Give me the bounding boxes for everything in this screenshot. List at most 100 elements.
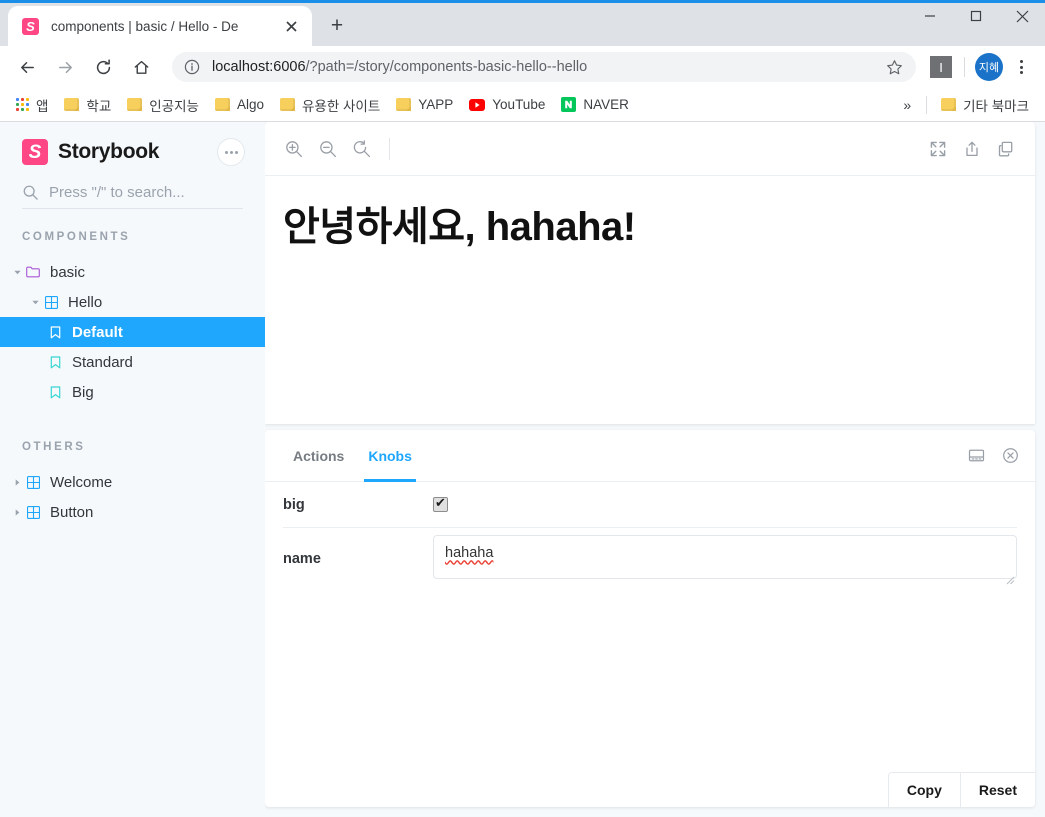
bookmarks-divider <box>926 95 928 114</box>
copy-button[interactable]: Copy <box>888 773 961 807</box>
tree-item-button[interactable]: Button <box>0 497 265 527</box>
three-dot-menu-icon[interactable] <box>1007 53 1035 81</box>
tree-section-others: OTHERS <box>22 441 86 453</box>
back-arrow-icon[interactable] <box>10 50 44 84</box>
maximize-icon[interactable] <box>953 0 999 32</box>
tab-knobs[interactable]: Knobs <box>356 430 424 482</box>
bookmark-item[interactable]: 인공지능 <box>119 92 207 118</box>
tree-item-hello[interactable]: Hello <box>0 287 265 317</box>
bookmark-item[interactable]: Algo <box>207 94 272 115</box>
tab-actions[interactable]: Actions <box>281 430 356 482</box>
tree-item-basic[interactable]: basic <box>0 257 265 287</box>
other-bookmarks-label: 기타 북마크 <box>963 98 1029 114</box>
folder-icon <box>941 98 957 111</box>
tab-title: components | basic / Hello - De <box>51 18 239 34</box>
bookmark-label: NAVER <box>583 97 629 112</box>
address-bar-url[interactable]: localhost:6006/?path=/story/components-b… <box>212 59 886 75</box>
knob-name-input[interactable] <box>433 534 1017 579</box>
other-bookmarks-folder[interactable]: 기타 북마크 <box>933 92 1037 118</box>
reset-button[interactable]: Reset <box>960 773 1035 807</box>
bookmarks-bar: 앱 학교 인공지능 Algo 유용한 사이트 YAPP YouTube NAVE… <box>0 88 1045 122</box>
knob-big-checkbox[interactable] <box>433 495 448 512</box>
browser-tab[interactable]: S components | basic / Hello - De <box>8 6 312 46</box>
avatar[interactable]: 지혜 <box>975 53 1003 81</box>
search-input[interactable]: Press "/" to search... <box>22 184 243 209</box>
chevron-right-icon[interactable] <box>10 478 24 487</box>
story-tree: COMPONENTS basic Hello Default Standard … <box>0 231 265 817</box>
tree-item-label: basic <box>50 263 86 281</box>
zoom-in-icon[interactable] <box>277 132 311 166</box>
knob-row-name: name <box>283 528 1017 590</box>
addon-panel-tabbar: Actions Knobs <box>265 430 1035 482</box>
knob-control <box>433 495 1017 512</box>
fullscreen-icon[interactable] <box>921 132 955 166</box>
storybook-app: S Storybook Press "/" to search... COMPO… <box>0 122 1045 817</box>
folder-icon <box>127 98 143 111</box>
zoom-reset-icon[interactable] <box>345 132 379 166</box>
window-close-icon[interactable] <box>999 0 1045 32</box>
url-path: /?path=/story/components-basic-hello--he… <box>305 59 588 75</box>
apps-shortcut[interactable]: 앱 <box>8 92 56 118</box>
tree-item-big[interactable]: Big <box>0 377 265 407</box>
chevron-down-icon[interactable] <box>10 268 24 277</box>
bookmark-label: YouTube <box>492 97 546 112</box>
youtube-icon <box>469 98 486 111</box>
panel-position-icon[interactable] <box>959 439 993 473</box>
component-grid-icon <box>42 295 60 309</box>
bookmark-label: YAPP <box>418 97 454 112</box>
folder-icon <box>214 98 230 111</box>
bookmark-item[interactable]: YAPP <box>388 94 461 115</box>
naver-icon <box>561 97 577 112</box>
chevron-down-icon[interactable] <box>28 298 42 307</box>
component-grid-icon <box>24 505 42 519</box>
bookmark-item[interactable]: 학교 <box>56 92 119 118</box>
tree-item-standard[interactable]: Standard <box>0 347 265 377</box>
address-bar[interactable]: localhost:6006/?path=/story/components-b… <box>172 52 916 82</box>
bookmarks-overflow-button[interactable]: » <box>894 94 920 116</box>
window-controls <box>907 0 1045 32</box>
folder-icon <box>24 266 42 278</box>
tree-item-label: Big <box>72 383 94 401</box>
tree-item-welcome[interactable]: Welcome <box>0 467 265 497</box>
storybook-logo-icon: S <box>22 139 48 165</box>
bookmark-item[interactable]: YouTube <box>461 94 553 115</box>
url-host: localhost:6006 <box>212 59 306 75</box>
tree-item-default[interactable]: Default <box>0 317 265 347</box>
zoom-out-icon[interactable] <box>311 132 345 166</box>
story-bookmark-icon <box>46 355 64 369</box>
extension-icon[interactable]: I <box>930 56 952 78</box>
knobs-action-buttons: Copy Reset <box>887 772 1035 807</box>
close-icon[interactable] <box>280 15 302 37</box>
sidebar-menu-button[interactable] <box>217 138 245 166</box>
bookmark-label: 학교 <box>86 98 112 114</box>
info-circle-icon[interactable] <box>184 59 202 75</box>
folder-icon <box>279 98 295 111</box>
forward-arrow-icon[interactable] <box>48 50 82 84</box>
minimize-icon[interactable] <box>907 0 953 32</box>
bookmark-label: 유용한 사이트 <box>301 98 381 114</box>
navigation-toolbar: localhost:6006/?path=/story/components-b… <box>0 46 1045 88</box>
copy-icon[interactable] <box>989 132 1023 166</box>
tree-item-label: Welcome <box>50 473 113 491</box>
toolbar-divider <box>389 137 390 160</box>
new-tab-button[interactable]: + <box>322 11 352 41</box>
bookmark-label: Algo <box>236 97 264 112</box>
tab-strip: S components | basic / Hello - De + <box>0 0 1045 46</box>
share-upload-icon[interactable] <box>955 132 989 166</box>
star-outline-icon[interactable] <box>886 59 904 76</box>
bookmark-item[interactable]: NAVER <box>553 94 637 115</box>
chevron-right-icon[interactable] <box>10 508 24 517</box>
reload-icon[interactable] <box>86 50 120 84</box>
story-preview-card: 안녕하세요, hahaha! <box>265 122 1035 424</box>
close-circle-icon[interactable] <box>993 439 1027 473</box>
home-icon[interactable] <box>124 50 158 84</box>
knob-name-wrapper <box>433 534 1017 584</box>
tree-section-components: COMPONENTS <box>22 231 131 243</box>
knobs-table: big name <box>265 482 1035 590</box>
bookmark-item[interactable]: 유용한 사이트 <box>272 92 388 118</box>
tree-item-label: Standard <box>72 353 133 371</box>
window-top-accent <box>0 0 1045 3</box>
component-grid-icon <box>24 475 42 489</box>
search-placeholder: Press "/" to search... <box>49 184 185 201</box>
tree-item-label: Button <box>50 503 94 521</box>
